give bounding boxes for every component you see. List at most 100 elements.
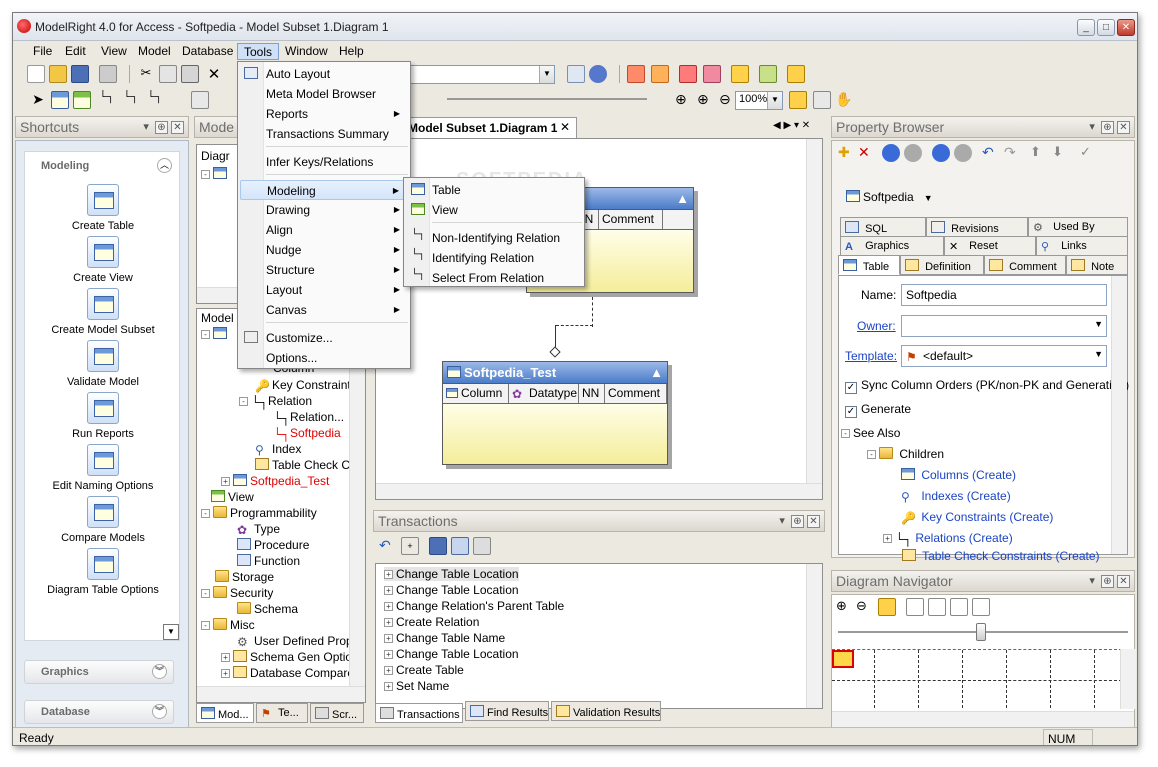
tree-item-relation-child[interactable]: └┐Relation...: [273, 410, 344, 425]
menu-item-nudge[interactable]: Nudge ▶: [240, 240, 408, 260]
collapse-triangle-icon[interactable]: ▲: [676, 191, 689, 206]
shortcut-create-view[interactable]: Create View: [28, 236, 178, 284]
paste-icon[interactable]: [181, 65, 199, 83]
nav-height-icon[interactable]: [972, 598, 990, 616]
tree-item-table-check[interactable]: Table Check Co: [255, 458, 357, 472]
tab-templates[interactable]: ⚑ Te...: [256, 703, 308, 723]
arrow-down-icon[interactable]: ⬇: [1052, 144, 1070, 162]
close-button[interactable]: ✕: [1117, 19, 1135, 36]
transaction-item[interactable]: + Set Name: [384, 679, 449, 693]
template-combo[interactable]: ⚑ <default> ▼: [901, 345, 1107, 367]
dollar-icon[interactable]: [731, 65, 749, 83]
owner-combo[interactable]: ▼: [901, 315, 1107, 337]
collapse-modeling-icon[interactable]: ︿: [157, 158, 172, 173]
collapse-triangle-icon[interactable]: ▲: [650, 365, 663, 380]
submenu-item-view[interactable]: View: [406, 200, 582, 220]
pointer-icon[interactable]: ➤: [29, 91, 47, 109]
menu-item-meta-model-browser[interactable]: Meta Model Browser: [240, 84, 408, 104]
link-key-constraints[interactable]: 🔑 Key Constraints (Create): [901, 510, 1053, 525]
entity-softpedia-test[interactable]: Softpedia_Test ▲ Column ✿ Datatype NN Comm…: [442, 361, 668, 465]
tree-item-procedure[interactable]: Procedure: [237, 538, 309, 552]
copy-icon[interactable]: [159, 65, 177, 83]
diagram-tab[interactable]: Model Subset 1.Diagram 1 ✕: [401, 117, 577, 138]
identifying-relation-icon[interactable]: └┐: [123, 91, 141, 109]
transaction-item[interactable]: + Create Relation: [384, 615, 479, 629]
maximize-button[interactable]: □: [1097, 19, 1115, 36]
tab-reset[interactable]: ✕ Reset: [944, 236, 1036, 256]
generate-checkbox[interactable]: ✓ Generate: [845, 402, 911, 418]
save-transactions-icon[interactable]: [429, 537, 447, 555]
database-icon[interactable]: [787, 65, 805, 83]
tab-find-results[interactable]: Find Results: [465, 701, 549, 721]
shortcut-compare-models[interactable]: Compare Models: [28, 496, 178, 544]
transactions-vscroll[interactable]: [806, 564, 822, 708]
sync-column-orders-checkbox[interactable]: ✓ Sync Column Orders (PK/non-PK and Gener…: [845, 378, 1129, 394]
shortcut-create-model-subset[interactable]: Create Model Subset: [28, 288, 178, 336]
nav-fit-icon[interactable]: [878, 598, 896, 616]
tree-item-security[interactable]: - Security: [201, 586, 273, 600]
shortcut-diagram-table-options[interactable]: Diagram Table Options: [28, 548, 178, 596]
menu-item-reports[interactable]: Reports ▶: [240, 104, 408, 124]
menu-item-infer-keys[interactable]: Infer Keys/Relations: [240, 152, 408, 172]
menu-item-auto-layout[interactable]: Auto Layout: [240, 64, 408, 84]
template-dropdown-icon[interactable]: ▼: [1094, 349, 1103, 359]
group-database[interactable]: Database ︾: [24, 700, 174, 724]
print-transactions-icon[interactable]: [473, 537, 491, 555]
delete-icon[interactable]: ✕: [205, 65, 223, 83]
menu-item-drawing[interactable]: Drawing ▶: [240, 200, 408, 220]
menu-item-canvas[interactable]: Canvas ▶: [240, 300, 408, 320]
tree-item-user-defined-prop[interactable]: ⚙ User Defined Prop...: [237, 634, 363, 649]
tab-validation-results[interactable]: Validation Results: [551, 701, 661, 721]
tree-item-softpedia-test[interactable]: + Softpedia_Test: [221, 474, 329, 488]
object-selector[interactable]: Softpedia ▼: [846, 190, 933, 204]
pin-icon[interactable]: ⊕: [791, 515, 804, 528]
tree-item-type[interactable]: ✿ Type: [237, 522, 280, 537]
pin-icon[interactable]: ⊕: [1101, 121, 1114, 134]
shortcut-create-table[interactable]: Create Table: [28, 184, 178, 232]
arrow-up-icon[interactable]: ⬆: [1030, 144, 1048, 162]
transaction-item[interactable]: + Change Table Location: [384, 647, 519, 661]
link-columns[interactable]: Columns (Create): [901, 468, 1016, 482]
sync-icon[interactable]: [703, 65, 721, 83]
add-icon[interactable]: ✚: [838, 144, 856, 162]
pan-hand-icon[interactable]: ✋: [835, 91, 853, 109]
search-combo[interactable]: ▼: [409, 65, 555, 84]
owner-dropdown-icon[interactable]: ▼: [1094, 319, 1103, 329]
menu-window[interactable]: Window: [279, 43, 334, 60]
link-indexes[interactable]: ⚲ Indexes (Create): [901, 489, 1011, 504]
cut-icon[interactable]: ✂: [137, 65, 155, 83]
diagram-tab-close-icon[interactable]: ✕: [560, 120, 570, 134]
navigator-close-icon[interactable]: ✕: [1117, 575, 1130, 588]
pin-icon[interactable]: ⊕: [1101, 575, 1114, 588]
menu-help[interactable]: Help: [333, 43, 370, 60]
zoom-out-icon[interactable]: ⊕: [697, 91, 715, 109]
menu-item-transactions-summary[interactable]: Transactions Summary: [240, 124, 408, 144]
tab-comment[interactable]: Comment: [984, 255, 1066, 275]
model-tree-root[interactable]: -: [201, 327, 230, 341]
menu-model[interactable]: Model: [132, 43, 177, 60]
new-icon[interactable]: [27, 65, 45, 83]
reverse-engineer-icon[interactable]: [651, 65, 669, 83]
navigator-vscroll[interactable]: [1120, 649, 1136, 709]
tree-item-function[interactable]: Function: [237, 554, 300, 568]
owner-link[interactable]: Owner:: [857, 319, 896, 333]
tab-note[interactable]: Note: [1066, 255, 1128, 275]
tab-graphics[interactable]: A Graphics: [840, 236, 944, 256]
submenu-item-select-from-relation[interactable]: └┐ Select From Relation: [406, 268, 582, 288]
link-relations[interactable]: + └┐ Relations (Create): [883, 531, 1013, 546]
tab-used-by[interactable]: ⚙ Used By: [1028, 217, 1128, 237]
transaction-item[interactable]: + Change Table Location: [384, 567, 519, 581]
tree-item-view[interactable]: View: [211, 490, 254, 504]
tree-item-programmability[interactable]: - Programmability: [201, 506, 317, 520]
open-icon[interactable]: [49, 65, 67, 83]
shortcut-run-reports[interactable]: Run Reports: [28, 392, 178, 440]
transaction-item[interactable]: + Change Table Location: [384, 583, 519, 597]
delete-property-icon[interactable]: ✕: [858, 144, 876, 162]
up-icon[interactable]: [932, 144, 950, 162]
link-table-check-constraints[interactable]: Table Check Constraints (Create): [902, 549, 1100, 563]
transaction-item[interactable]: + Change Relation's Parent Table: [384, 599, 564, 613]
tab-table[interactable]: Table: [838, 255, 900, 275]
menu-item-customize[interactable]: Customize...: [240, 328, 408, 348]
tab-revisions[interactable]: Revisions: [926, 217, 1028, 237]
tree-item-softpedia[interactable]: └┐Softpedia: [273, 426, 341, 441]
